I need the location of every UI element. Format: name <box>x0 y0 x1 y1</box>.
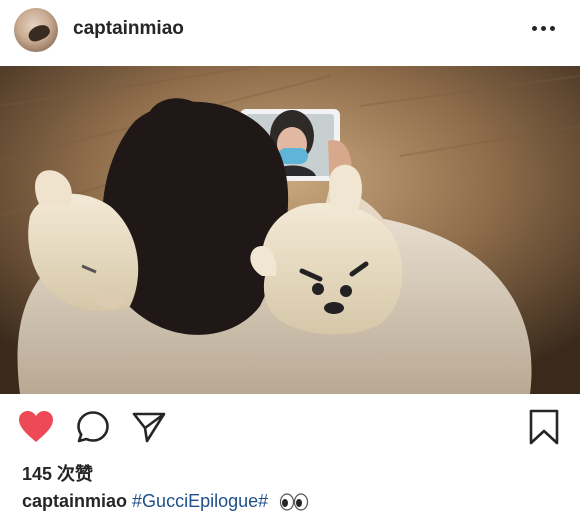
likes-count[interactable]: 145 次赞 <box>22 460 93 486</box>
eyes-emoji <box>280 493 309 511</box>
post-username[interactable]: captainmiao <box>73 18 184 40</box>
bookmark-icon[interactable] <box>528 409 560 445</box>
paper-plane-icon[interactable] <box>132 410 166 444</box>
caption-username[interactable]: captainmiao <box>22 491 127 511</box>
post-image[interactable] <box>0 66 580 394</box>
avatar[interactable] <box>14 8 58 52</box>
comment-icon[interactable] <box>76 410 110 444</box>
heart-icon[interactable] <box>18 410 54 444</box>
post-caption: captainmiao #GucciEpilogue# <box>22 491 309 512</box>
action-bar <box>0 406 580 450</box>
caption-hashtag[interactable]: #GucciEpilogue# <box>132 491 268 511</box>
more-options-icon[interactable] <box>526 16 560 40</box>
post-header: captainmiao <box>0 0 580 66</box>
